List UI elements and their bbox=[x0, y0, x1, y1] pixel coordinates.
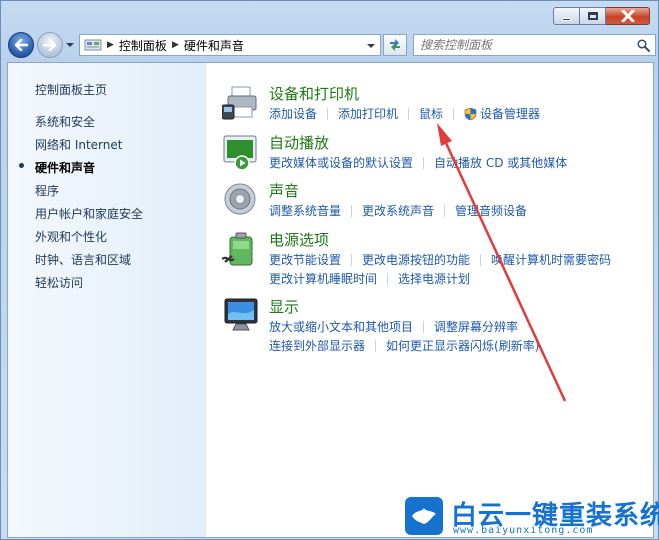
category-title-sound[interactable]: 声音 bbox=[269, 180, 299, 201]
link-change-system-sounds[interactable]: 更改系统声音 bbox=[362, 202, 434, 219]
window: ▶ 控制面板 ▶ 硬件和声音 控制面板主页 系统和安全 网络和 Internet bbox=[0, 0, 659, 540]
link-separator bbox=[453, 107, 455, 120]
battery-icon bbox=[222, 232, 253, 266]
content-pane: 控制面板主页 系统和安全 网络和 Internet 硬件和声音 程序 用户帐户和… bbox=[7, 62, 654, 538]
category-links: 调整系统音量 更改系统声音 管理音频设备 bbox=[269, 202, 527, 219]
minimize-icon bbox=[562, 17, 571, 21]
link-separator bbox=[327, 107, 329, 120]
sidebar-item-home[interactable]: 控制面板主页 bbox=[35, 81, 107, 98]
category-title-display[interactable]: 显示 bbox=[269, 296, 299, 317]
printer-icon bbox=[222, 86, 257, 120]
sidebar-item-ease-of-access[interactable]: 轻松访问 bbox=[35, 274, 83, 291]
sidebar-item-clock-language[interactable]: 时钟、语言和区域 bbox=[35, 251, 131, 268]
link-adjust-volume[interactable]: 调整系统音量 bbox=[269, 202, 341, 219]
link-separator bbox=[423, 320, 425, 333]
link-separator bbox=[351, 204, 353, 217]
maximize-icon bbox=[587, 12, 598, 20]
link-separator bbox=[387, 272, 389, 285]
maximize-button[interactable] bbox=[580, 7, 606, 25]
link-separator bbox=[375, 339, 377, 352]
category-links: 更改媒体或设备的默认设置 自动播放 CD 或其他媒体 bbox=[269, 154, 567, 171]
autoplay-icon bbox=[223, 135, 257, 171]
category-links: 放大或缩小文本和其他项目 调整屏幕分辨率 bbox=[269, 318, 518, 335]
link-screen-resolution[interactable]: 调整屏幕分辨率 bbox=[434, 318, 518, 335]
breadcrumb-control-panel[interactable]: 控制面板 bbox=[119, 37, 167, 54]
link-separator bbox=[444, 204, 446, 217]
link-fix-flicker[interactable]: 如何更正显示器闪烁(刷新率) bbox=[386, 337, 539, 354]
uac-shield-icon bbox=[464, 107, 477, 120]
back-button[interactable] bbox=[8, 32, 34, 58]
link-choose-power-plan[interactable]: 选择电源计划 bbox=[398, 270, 470, 287]
arrow-right-icon bbox=[43, 39, 57, 51]
category-title-power-options[interactable]: 电源选项 bbox=[269, 229, 329, 250]
link-separator bbox=[408, 107, 410, 120]
link-power-button-function[interactable]: 更改电源按钮的功能 bbox=[362, 251, 470, 268]
sidebar-item-user-accounts[interactable]: 用户帐户和家庭安全 bbox=[35, 205, 143, 222]
link-device-manager[interactable]: 设备管理器 bbox=[480, 105, 540, 122]
control-panel-icon bbox=[84, 39, 102, 51]
link-change-default-media[interactable]: 更改媒体或设备的默认设置 bbox=[269, 154, 413, 171]
recent-pages-dropdown-icon[interactable] bbox=[65, 40, 75, 50]
forward-button[interactable] bbox=[37, 32, 63, 58]
link-autoplay-cd[interactable]: 自动播放 CD 或其他媒体 bbox=[434, 154, 567, 171]
close-button[interactable] bbox=[606, 7, 650, 25]
navigation-bar: ▶ 控制面板 ▶ 硬件和声音 bbox=[5, 30, 656, 60]
refresh-button[interactable] bbox=[383, 34, 407, 56]
link-manage-audio-devices[interactable]: 管理音频设备 bbox=[455, 202, 527, 219]
link-separator bbox=[423, 156, 425, 169]
minimize-button[interactable] bbox=[553, 7, 580, 25]
watermark: 白云一键重装系统 www.baiyunxitong.com bbox=[405, 495, 659, 537]
category-links: 添加设备 添加打印机 鼠标 设备管理器 bbox=[269, 105, 540, 122]
search-icon[interactable] bbox=[637, 39, 650, 52]
breadcrumb-hardware-sound[interactable]: 硬件和声音 bbox=[184, 37, 244, 54]
category-title-devices-printers[interactable]: 设备和打印机 bbox=[269, 83, 359, 104]
link-separator bbox=[351, 253, 353, 266]
arrow-left-icon bbox=[14, 39, 28, 51]
refresh-icon bbox=[390, 39, 400, 51]
sidebar-item-hardware-sound[interactable]: 硬件和声音 bbox=[35, 159, 95, 176]
speaker-icon bbox=[224, 183, 256, 215]
sidebar-item-system-security[interactable]: 系统和安全 bbox=[35, 113, 95, 130]
sidebar-item-programs[interactable]: 程序 bbox=[35, 182, 59, 199]
category-links: 连接到外部显示器 如何更正显示器闪烁(刷新率) bbox=[269, 337, 539, 354]
link-change-sleep-time[interactable]: 更改计算机睡眠时间 bbox=[269, 270, 377, 287]
breadcrumb-separator-icon: ▶ bbox=[107, 40, 114, 50]
window-controls bbox=[553, 7, 650, 25]
search-input[interactable] bbox=[413, 34, 656, 56]
sidebar: 控制面板主页 系统和安全 网络和 Internet 硬件和声音 程序 用户帐户和… bbox=[8, 63, 206, 537]
monitor-icon bbox=[224, 298, 258, 331]
link-add-device[interactable]: 添加设备 bbox=[269, 105, 317, 122]
address-dropdown-icon[interactable] bbox=[366, 41, 376, 51]
link-zoom-text[interactable]: 放大或缩小文本和其他项目 bbox=[269, 318, 413, 335]
sidebar-item-network[interactable]: 网络和 Internet bbox=[35, 136, 122, 153]
close-icon bbox=[621, 10, 634, 22]
link-separator bbox=[480, 253, 482, 266]
breadcrumb-separator-icon: ▶ bbox=[171, 40, 179, 50]
category-links: 更改节能设置 更改电源按钮的功能 唤醒计算机时需要密码 bbox=[269, 251, 611, 268]
category-links: 更改计算机睡眠时间 选择电源计划 bbox=[269, 270, 470, 287]
link-power-saving-settings[interactable]: 更改节能设置 bbox=[269, 251, 341, 268]
link-external-display[interactable]: 连接到外部显示器 bbox=[269, 337, 365, 354]
address-bar[interactable]: ▶ 控制面板 ▶ 硬件和声音 bbox=[79, 34, 381, 56]
bird-logo-icon bbox=[405, 497, 443, 535]
category-title-autoplay[interactable]: 自动播放 bbox=[269, 132, 329, 153]
link-mouse[interactable]: 鼠标 bbox=[419, 105, 443, 122]
watermark-url: www.baiyunxitong.com bbox=[453, 525, 594, 536]
active-item-bullet-icon bbox=[19, 163, 24, 168]
link-require-password-wakeup[interactable]: 唤醒计算机时需要密码 bbox=[491, 251, 611, 268]
link-add-printer[interactable]: 添加打印机 bbox=[338, 105, 398, 122]
sidebar-item-appearance[interactable]: 外观和个性化 bbox=[35, 228, 107, 245]
